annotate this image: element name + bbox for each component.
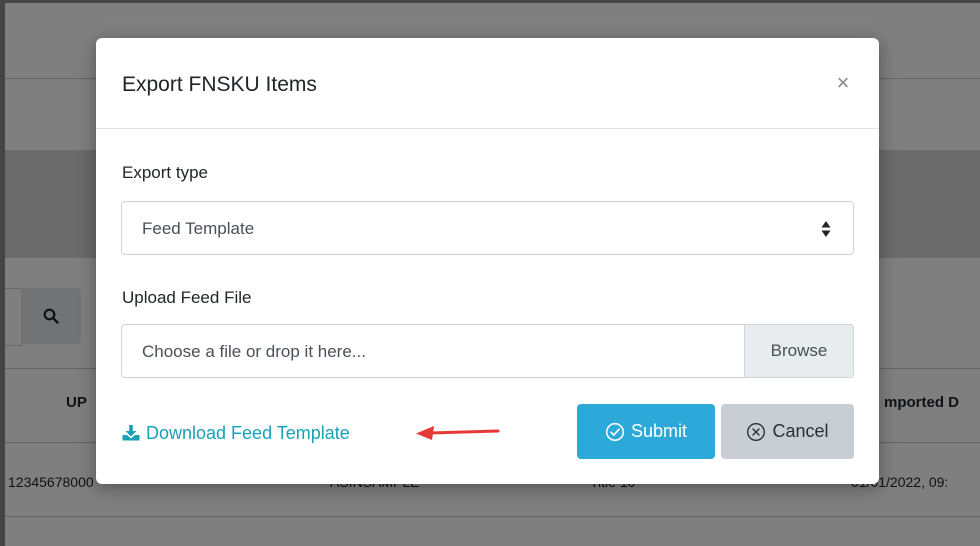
modal-title: Export FNSKU Items — [122, 73, 317, 96]
upload-feed-label: Upload Feed File — [122, 288, 252, 307]
download-icon — [122, 425, 140, 441]
cancel-button[interactable]: Cancel — [721, 404, 854, 459]
upload-feed-file-input[interactable]: Choose a file or drop it here... Browse — [121, 324, 854, 378]
annotation-arrow-icon — [416, 426, 500, 440]
close-icon: × — [836, 70, 850, 95]
modal-header: Export FNSKU Items × — [96, 38, 879, 129]
cancel-label: Cancel — [772, 421, 829, 441]
close-button[interactable]: × — [832, 71, 854, 95]
export-type-value: Feed Template — [142, 219, 255, 238]
export-modal: Export FNSKU Items × Export type Feed Te… — [96, 38, 879, 484]
export-type-select[interactable]: Feed Template — [121, 201, 854, 255]
browse-button[interactable]: Browse — [744, 325, 853, 377]
submit-label: Submit — [630, 421, 688, 441]
x-circle-icon — [747, 422, 766, 441]
submit-button[interactable]: Submit — [577, 404, 715, 459]
download-feed-template-link[interactable]: Download Feed Template — [122, 422, 350, 444]
export-type-label: Export type — [122, 163, 208, 182]
download-link-label: Download Feed Template — [146, 422, 350, 443]
check-circle-icon — [605, 422, 625, 441]
file-input-placeholder: Choose a file or drop it here... — [142, 342, 366, 361]
sort-arrows-icon — [821, 221, 831, 237]
